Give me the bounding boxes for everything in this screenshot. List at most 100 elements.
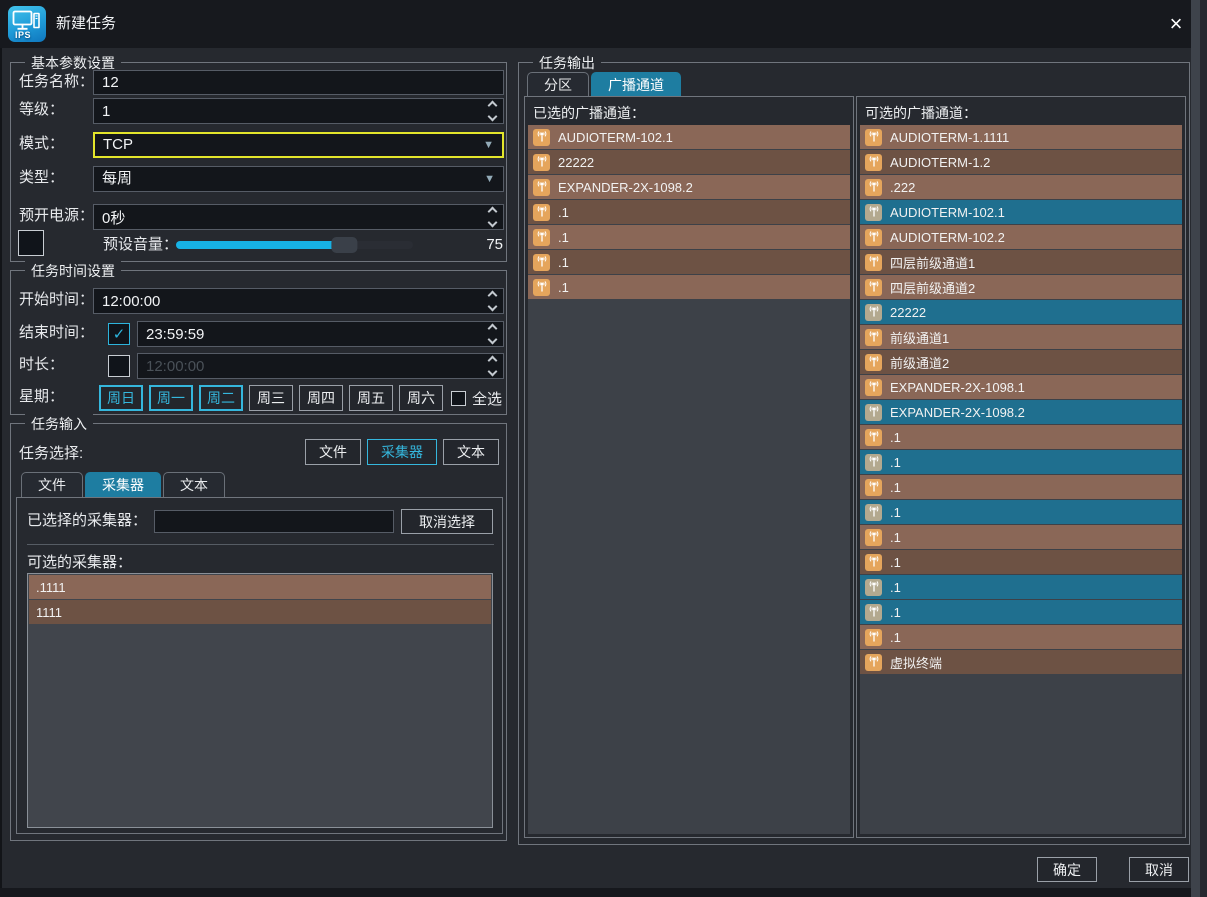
channel-item[interactable]: AUDIOTERM-1.2 (860, 150, 1182, 174)
channel-item[interactable]: 前级通道2 (860, 350, 1182, 374)
channel-item[interactable]: .1 (528, 225, 850, 249)
weekday-button[interactable]: 周五 (349, 385, 393, 411)
channel-item[interactable]: .1 (860, 450, 1182, 474)
select-all-checkbox[interactable] (451, 391, 466, 406)
selected-channels-list: AUDIOTERM-102.1 222 (528, 125, 850, 834)
channel-label: 22222 (558, 155, 594, 170)
channel-item[interactable]: AUDIOTERM-102.2 (860, 225, 1182, 249)
channel-label: AUDIOTERM-102.1 (890, 205, 1005, 220)
input-tab[interactable]: 采集器 (85, 472, 161, 497)
broadcast-channel-icon (533, 154, 550, 171)
broadcast-channel-icon (865, 154, 882, 171)
channel-item[interactable]: .1 (528, 250, 850, 274)
broadcast-channel-icon (865, 554, 882, 571)
channel-item[interactable]: 虚拟终端 (860, 650, 1182, 674)
channel-item[interactable]: 前级通道1 (860, 325, 1182, 349)
channel-item[interactable]: EXPANDER-2X-1098.2 (860, 400, 1182, 424)
channel-item[interactable]: .1 (860, 575, 1182, 599)
selected-collector-input[interactable] (155, 511, 393, 532)
power-on-input[interactable] (94, 205, 503, 229)
check-icon: ✓ (113, 327, 126, 342)
channel-item[interactable]: AUDIOTERM-102.1 (528, 125, 850, 149)
channel-item[interactable]: AUDIOTERM-1.1111 (860, 125, 1182, 149)
weekday-button[interactable]: 周三 (249, 385, 293, 411)
channel-item[interactable]: .1 (860, 525, 1182, 549)
channel-item[interactable]: .1 (860, 500, 1182, 524)
volume-enable-checkbox[interactable] (18, 230, 44, 256)
collector-item[interactable]: .1111 (29, 575, 491, 599)
input-tab[interactable]: 文本 (163, 472, 225, 497)
channel-label: 四层前级通道1 (890, 253, 975, 272)
end-time-spinner[interactable] (137, 321, 504, 347)
channel-item[interactable]: .1 (860, 475, 1182, 499)
channel-item[interactable]: .1 (860, 600, 1182, 624)
channel-item[interactable]: 四层前级通道1 (860, 250, 1182, 274)
level-input[interactable] (94, 99, 503, 123)
weekday-button[interactable]: 周四 (299, 385, 343, 411)
channel-item[interactable]: .1 (528, 275, 850, 299)
weekday-button[interactable]: 周六 (399, 385, 443, 411)
channel-item[interactable]: .1 (860, 550, 1182, 574)
volume-label: 预设音量： (103, 232, 178, 258)
level-spinner[interactable] (93, 98, 504, 124)
spin-down-icon[interactable] (488, 302, 498, 312)
task-name-input[interactable] (94, 71, 503, 94)
weekday-button[interactable]: 周二 (199, 385, 243, 411)
spin-down-icon[interactable] (488, 367, 498, 377)
channel-label: .1 (558, 255, 569, 270)
channel-item[interactable]: AUDIOTERM-102.1 (860, 200, 1182, 224)
spin-down-icon[interactable] (488, 335, 498, 345)
channel-item[interactable]: EXPANDER-2X-1098.1 (860, 375, 1182, 399)
spin-up-icon[interactable] (488, 324, 498, 334)
end-time-input[interactable] (138, 322, 503, 346)
mode-dropdown[interactable]: TCP ▼ (93, 132, 504, 158)
spin-up-icon[interactable] (488, 207, 498, 217)
channel-item[interactable]: 22222 (528, 150, 850, 174)
chevron-down-icon[interactable]: ▼ (483, 134, 494, 156)
channel-label: EXPANDER-2X-1098.2 (558, 180, 693, 195)
spin-up-icon[interactable] (488, 356, 498, 366)
collector-item[interactable]: 1111 (29, 600, 491, 624)
chevron-down-icon[interactable]: ▼ (484, 167, 495, 191)
channel-item[interactable]: 四层前级通道2 (860, 275, 1182, 299)
duration-input[interactable] (138, 354, 503, 378)
volume-slider[interactable] (176, 241, 413, 249)
spin-up-icon[interactable] (488, 291, 498, 301)
duration-spinner[interactable] (137, 353, 504, 379)
end-time-checkbox[interactable]: ✓ (108, 323, 130, 345)
weekday-button[interactable]: 周一 (149, 385, 193, 411)
type-dropdown[interactable]: 每周 ▼ (93, 166, 504, 192)
channel-label: .1 (558, 230, 569, 245)
input-tab[interactable]: 文件 (21, 472, 83, 497)
channel-item[interactable]: .1 (860, 425, 1182, 449)
close-icon[interactable]: × (1160, 10, 1192, 38)
channel-item[interactable]: 22222 (860, 300, 1182, 324)
slider-handle[interactable] (331, 237, 357, 253)
source-button[interactable]: 采集器 (367, 439, 437, 465)
output-tab[interactable]: 分区 (527, 72, 589, 97)
cancel-button-label: 取消 (1145, 860, 1173, 880)
duration-checkbox[interactable] (108, 355, 130, 377)
weekday-button[interactable]: 周日 (99, 385, 143, 411)
output-tab[interactable]: 广播通道 (591, 72, 681, 97)
spin-down-icon[interactable] (488, 218, 498, 228)
start-time-input[interactable] (94, 289, 503, 313)
group-task-input: 任务输入 任务选择: 文件 采集器 文本 文件 采集器 文本 已选择 (10, 423, 507, 841)
select-all-days[interactable]: 全选 (451, 385, 502, 411)
source-button[interactable]: 文件 (305, 439, 361, 465)
volume-value: 75 (473, 232, 503, 258)
deselect-button[interactable]: 取消选择 (401, 509, 493, 534)
scrollbar-track[interactable] (1191, 0, 1200, 897)
start-time-spinner[interactable] (93, 288, 504, 314)
power-on-spinner[interactable] (93, 204, 504, 230)
spin-down-icon[interactable] (488, 112, 498, 122)
channel-item[interactable]: .1 (528, 200, 850, 224)
channel-label: .1 (890, 505, 901, 520)
ok-button[interactable]: 确定 (1037, 857, 1097, 882)
cancel-button[interactable]: 取消 (1129, 857, 1189, 882)
channel-item[interactable]: .1 (860, 625, 1182, 649)
source-button[interactable]: 文本 (443, 439, 499, 465)
spin-up-icon[interactable] (488, 101, 498, 111)
channel-item[interactable]: EXPANDER-2X-1098.2 (528, 175, 850, 199)
channel-item[interactable]: .222 (860, 175, 1182, 199)
